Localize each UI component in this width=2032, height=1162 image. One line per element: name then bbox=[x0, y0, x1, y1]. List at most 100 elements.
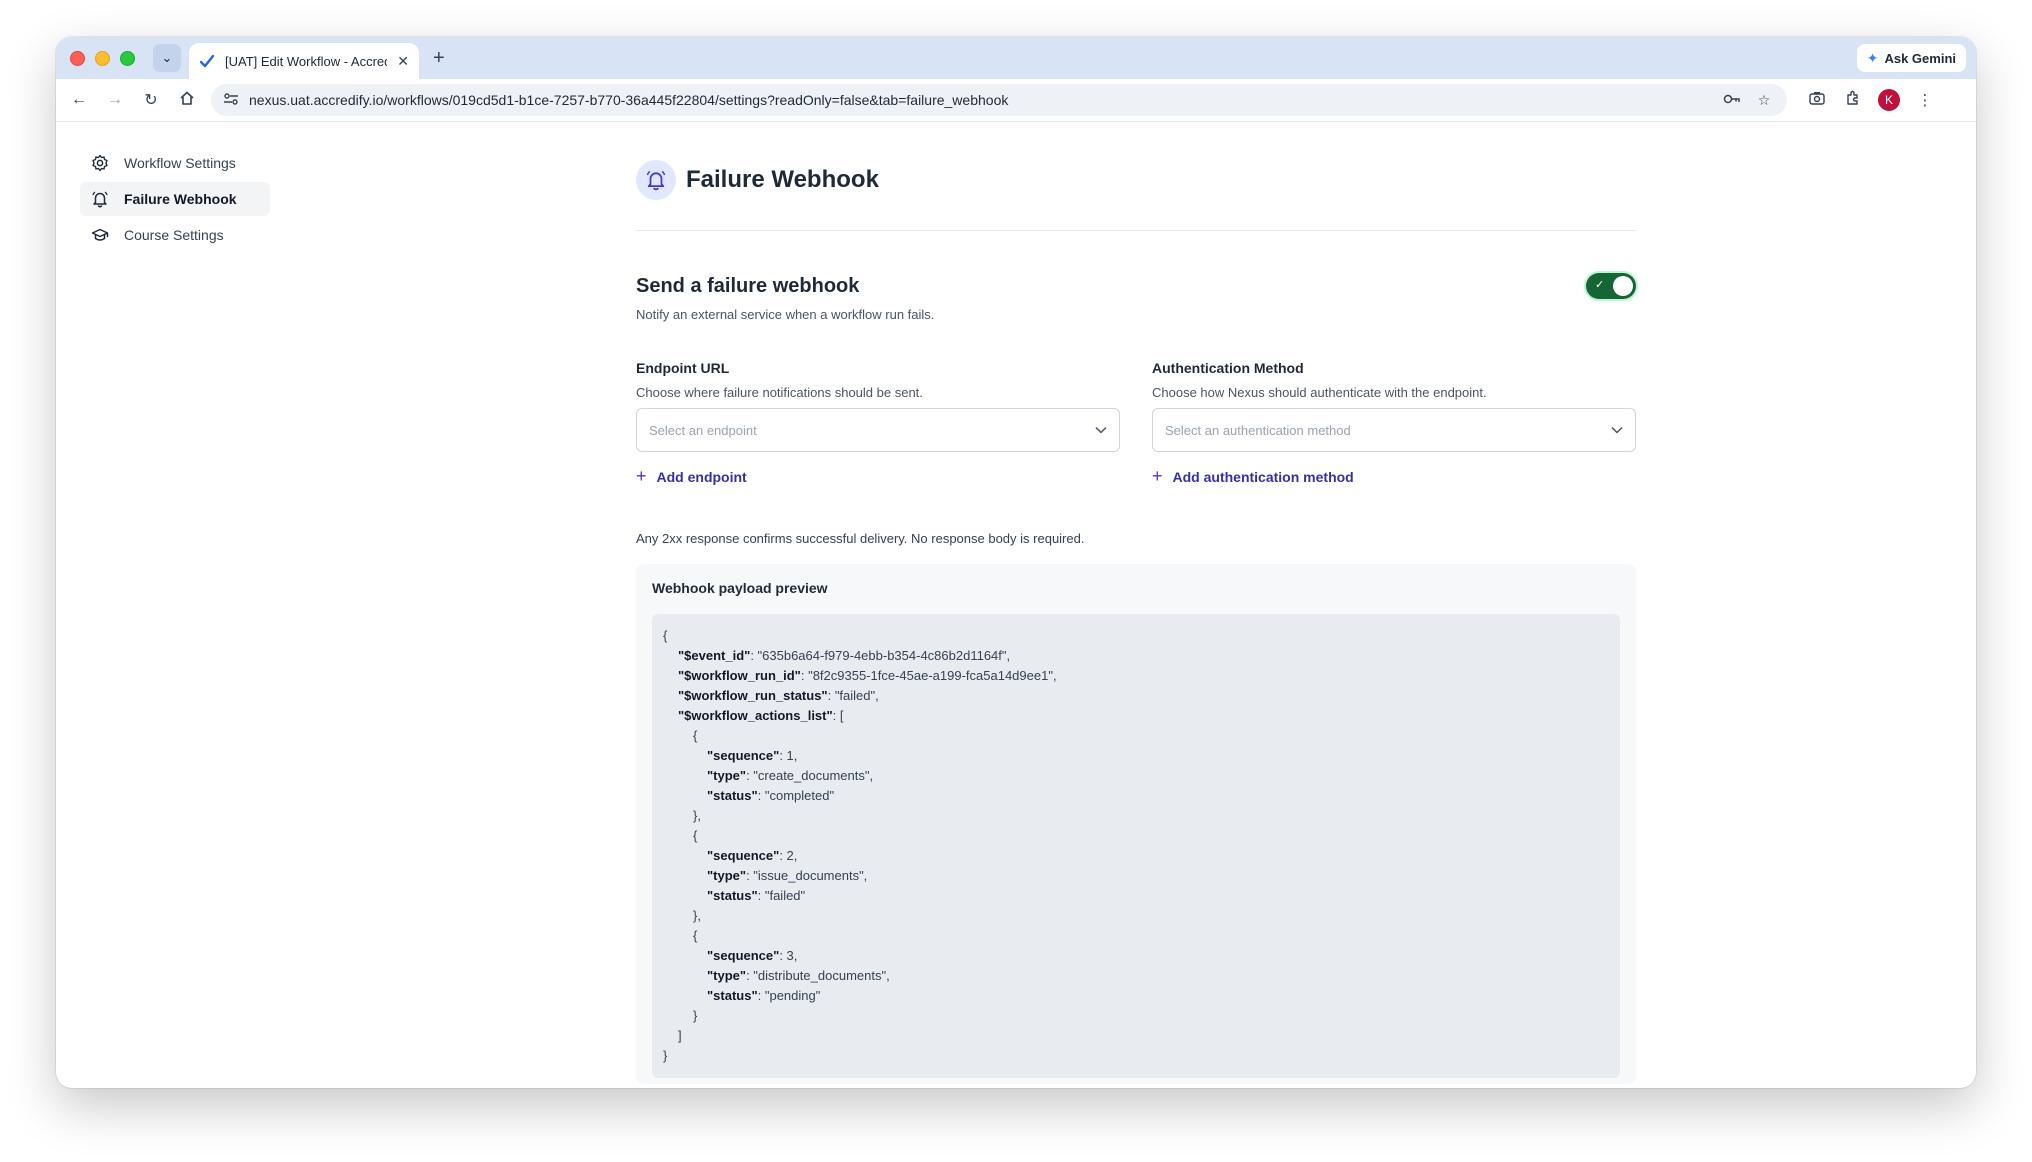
reload-icon[interactable]: ↻ bbox=[133, 90, 169, 110]
code-key: "status" bbox=[707, 888, 758, 903]
auth-field: Authentication Method Choose how Nexus s… bbox=[1152, 360, 1636, 487]
code-key: "status" bbox=[707, 988, 758, 1003]
code-line: "$workflow_actions_list": [ bbox=[663, 706, 1609, 726]
sidebar-item-course-settings[interactable]: Course Settings bbox=[80, 218, 270, 252]
chevron-down-icon bbox=[1611, 423, 1623, 437]
page-header: Failure Webhook bbox=[636, 160, 1636, 200]
code-line: { bbox=[663, 726, 1609, 746]
send-webhook-toggle[interactable]: ✓ bbox=[1586, 273, 1636, 299]
code-value: { bbox=[693, 828, 698, 843]
code-value: { bbox=[663, 628, 668, 643]
sidebar-item-failure-webhook[interactable]: Failure Webhook bbox=[80, 182, 270, 216]
code-key: "$workflow_actions_list" bbox=[678, 708, 833, 723]
auth-method-select[interactable]: Select an authentication method bbox=[1152, 408, 1636, 452]
preview-title: Webhook payload preview bbox=[652, 580, 828, 596]
payload-preview-panel: Webhook payload preview { "$event_id": "6… bbox=[636, 564, 1636, 1084]
url-text: nexus.uat.accredify.io/workflows/019cd5d… bbox=[249, 92, 1009, 108]
password-key-icon[interactable] bbox=[1721, 92, 1743, 108]
code-value: { bbox=[693, 928, 698, 943]
code-value: : "635b6a64-f979-4ebb-b354-4c86b2d1164f"… bbox=[750, 648, 1011, 663]
code-value: : "issue_documents", bbox=[746, 868, 868, 883]
code-line: } bbox=[663, 1006, 1609, 1026]
ask-gemini-button[interactable]: ✦ Ask Gemini bbox=[1856, 44, 1966, 72]
add-auth-method-button[interactable]: + Add authentication method bbox=[1152, 466, 1636, 487]
code-key: "type" bbox=[707, 768, 747, 783]
code-value: }, bbox=[693, 908, 701, 923]
bell-icon bbox=[636, 160, 676, 200]
section-title: Send a failure webhook bbox=[636, 274, 860, 297]
address-bar[interactable]: nexus.uat.accredify.io/workflows/019cd5d… bbox=[211, 84, 1787, 116]
code-line: "sequence": 1, bbox=[663, 746, 1609, 766]
auth-help: Choose how Nexus should authenticate wit… bbox=[1152, 385, 1487, 400]
section-description: Notify an external service when a workfl… bbox=[636, 307, 935, 322]
sidebar-item-workflow-settings[interactable]: Workflow Settings bbox=[80, 146, 270, 180]
code-key: "$workflow_run_id" bbox=[678, 668, 801, 683]
code-line: "type": "distribute_documents", bbox=[663, 966, 1609, 986]
extensions-puzzle-icon[interactable] bbox=[1835, 90, 1871, 110]
browser-toolbar: ← → ↻ nexus.uat.accredify.io/workflows/0… bbox=[56, 79, 1976, 122]
code-value: : 3, bbox=[779, 948, 798, 963]
camera-icon[interactable] bbox=[1799, 91, 1835, 109]
tab-bar: ⌄ [UAT] Edit Workflow - Accredify ✕ + ✦ … bbox=[56, 37, 1976, 79]
bookmark-star-icon[interactable]: ☆ bbox=[1753, 92, 1775, 109]
webhook-fields: Endpoint URL Choose where failure notifi… bbox=[636, 360, 1636, 487]
code-key: "type" bbox=[707, 868, 747, 883]
gear-icon bbox=[90, 153, 110, 173]
code-line: "$event_id": "635b6a64-f979-4ebb-b354-4c… bbox=[663, 646, 1609, 666]
profile-avatar[interactable]: K bbox=[1878, 89, 1900, 111]
code-key: "sequence" bbox=[707, 948, 780, 963]
main-panel: Failure Webhook Send a failure webhook ✓… bbox=[636, 122, 1636, 1084]
bell-icon bbox=[90, 189, 110, 209]
browser-tab[interactable]: [UAT] Edit Workflow - Accredify ✕ bbox=[189, 43, 419, 79]
code-line: { bbox=[663, 626, 1609, 646]
code-line: "status": "failed" bbox=[663, 886, 1609, 906]
site-settings-icon[interactable] bbox=[223, 92, 239, 109]
back-arrow-icon[interactable]: ← bbox=[61, 91, 97, 109]
browser-window: ⌄ [UAT] Edit Workflow - Accredify ✕ + ✦ … bbox=[56, 37, 1976, 1088]
code-key: "$workflow_run_status" bbox=[678, 688, 828, 703]
code-value: : 2, bbox=[779, 848, 798, 863]
close-tab-icon[interactable]: ✕ bbox=[397, 53, 409, 70]
ask-gemini-label: Ask Gemini bbox=[1884, 50, 1956, 66]
code-line: }, bbox=[663, 906, 1609, 926]
add-endpoint-button[interactable]: + Add endpoint bbox=[636, 466, 1120, 487]
code-value: : [ bbox=[832, 708, 844, 723]
maximize-window-button[interactable] bbox=[120, 50, 135, 66]
code-line: { bbox=[663, 926, 1609, 946]
toggle-knob bbox=[1613, 276, 1633, 296]
code-line: "$workflow_run_id": "8f2c9355-1fce-45ae-… bbox=[663, 666, 1609, 686]
code-line: "sequence": 2, bbox=[663, 846, 1609, 866]
code-value: : "completed" bbox=[757, 788, 835, 803]
window-controls bbox=[70, 50, 135, 66]
minimize-window-button[interactable] bbox=[95, 50, 110, 66]
kebab-menu-icon[interactable]: ⋮ bbox=[1907, 91, 1943, 109]
endpoint-select[interactable]: Select an endpoint bbox=[636, 408, 1120, 452]
delivery-note: Any 2xx response confirms successful del… bbox=[636, 531, 1085, 546]
add-endpoint-label: Add endpoint bbox=[656, 468, 747, 485]
home-icon[interactable] bbox=[169, 90, 205, 111]
code-line: "type": "issue_documents", bbox=[663, 866, 1609, 886]
sidebar-item-label: Course Settings bbox=[124, 227, 224, 243]
code-value: { bbox=[693, 728, 698, 743]
code-line: "status": "completed" bbox=[663, 786, 1609, 806]
sidebar-item-label: Workflow Settings bbox=[124, 155, 236, 171]
close-window-button[interactable] bbox=[70, 50, 85, 66]
accredify-favicon-icon bbox=[199, 53, 215, 69]
webhook-toggle-row: Send a failure webhook ✓ bbox=[636, 273, 1636, 299]
code-line: } bbox=[663, 1046, 1609, 1066]
code-value: : "failed", bbox=[827, 688, 879, 703]
plus-icon: + bbox=[1152, 466, 1163, 486]
forward-arrow-icon[interactable]: → bbox=[97, 91, 133, 109]
code-line: ] bbox=[663, 1026, 1609, 1046]
code-value: }, bbox=[693, 808, 701, 823]
code-value: ] bbox=[678, 1028, 682, 1043]
tab-search-chevron-icon[interactable]: ⌄ bbox=[153, 44, 181, 72]
auth-label: Authentication Method bbox=[1152, 360, 1304, 376]
graduation-cap-icon bbox=[90, 225, 110, 245]
divider bbox=[636, 230, 1636, 231]
code-key: "type" bbox=[707, 968, 747, 983]
page-content: Workflow Settings Failure Webhook Course… bbox=[56, 122, 1976, 1088]
tab-title: [UAT] Edit Workflow - Accredify bbox=[225, 53, 388, 69]
new-tab-button[interactable]: + bbox=[433, 47, 445, 70]
settings-sidebar: Workflow Settings Failure Webhook Course… bbox=[80, 146, 270, 254]
